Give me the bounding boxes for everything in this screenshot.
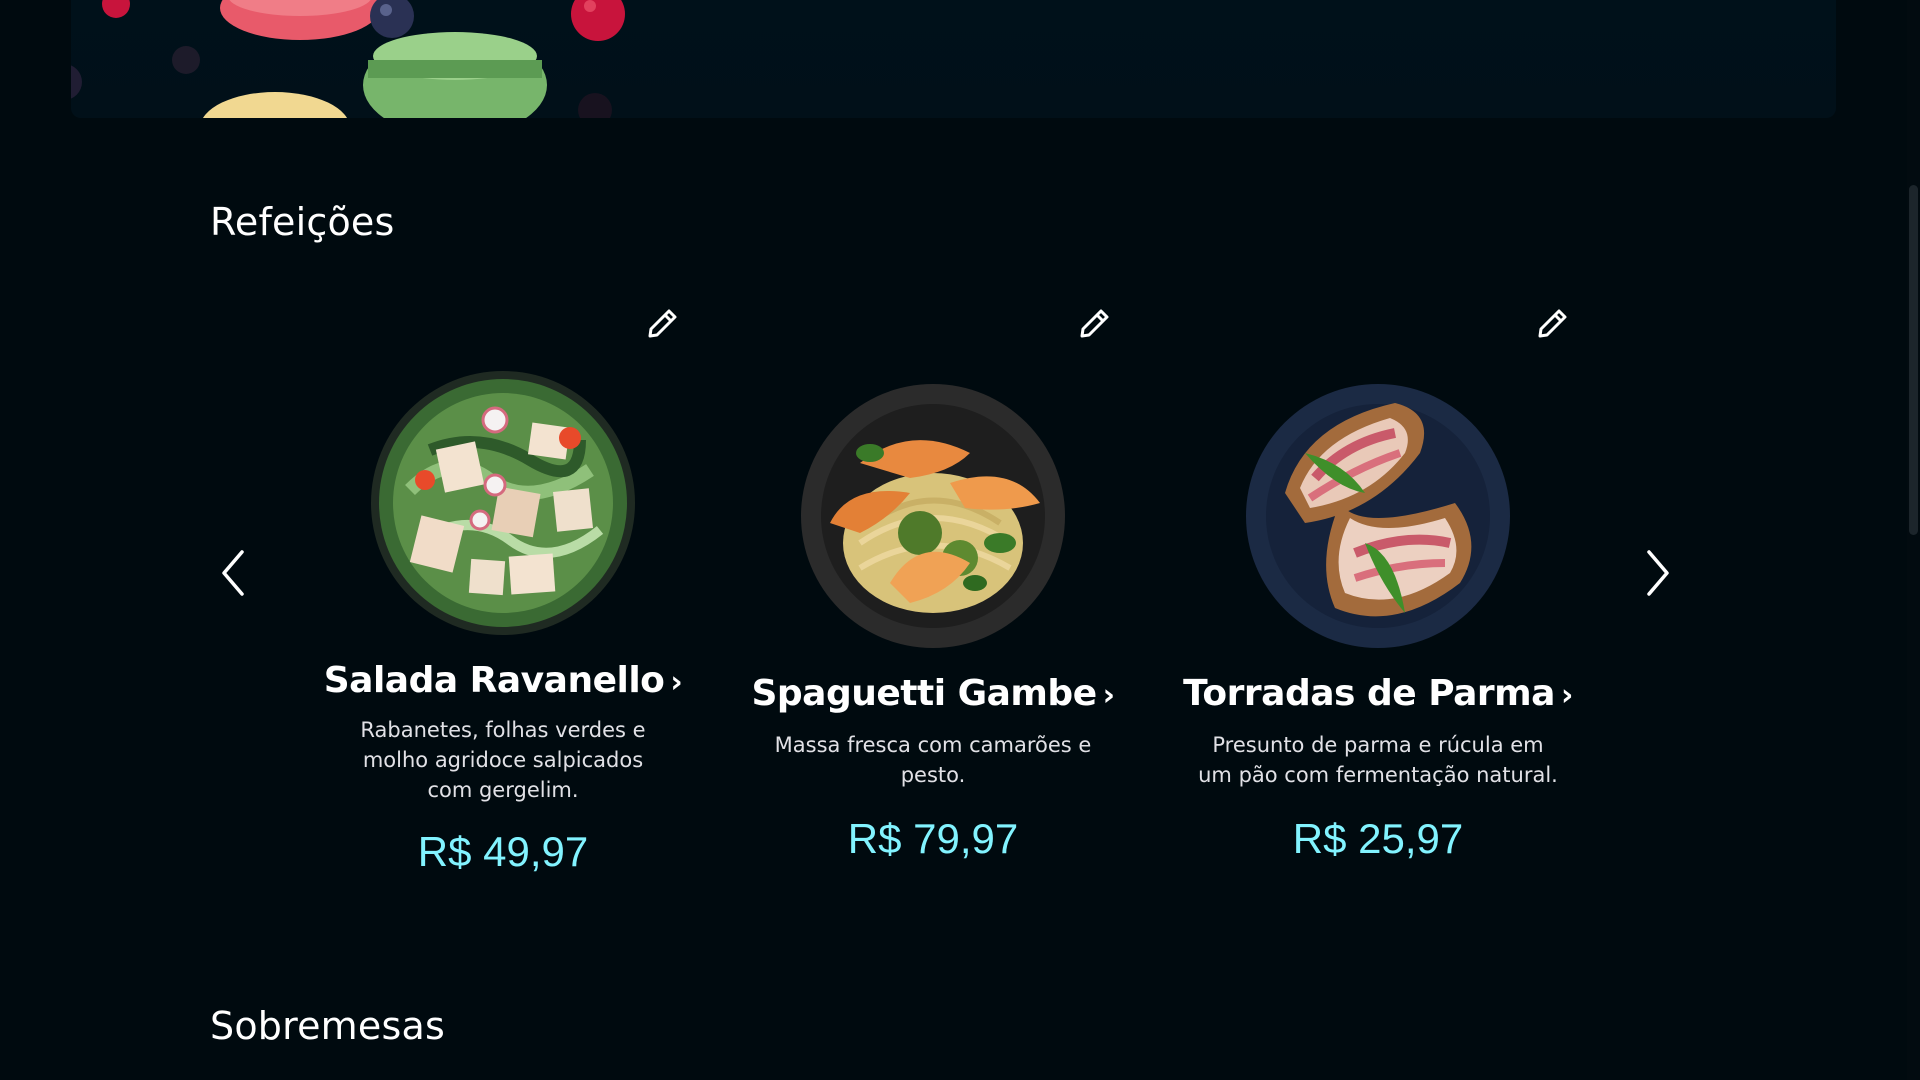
macarons-image: [71, 0, 625, 118]
dish-image-parma-toast: [1246, 384, 1510, 648]
pencil-icon: [1080, 309, 1109, 338]
dish-name-button[interactable]: Spaguetti Gambe ›: [733, 673, 1133, 714]
hero-banner: [71, 0, 1836, 118]
edit-dish-button[interactable]: [1530, 302, 1574, 346]
dish-card[interactable]: Spaguetti Gambe › Massa fresca com camarõ…: [733, 290, 1133, 890]
dish-card[interactable]: Torradas de Parma › Presunto de parma e r…: [1178, 290, 1578, 890]
dish-card[interactable]: Salada Ravanello › Rabanetes, folhas verd…: [303, 290, 703, 890]
dish-description: Presunto de parma e rúcula em um pão com…: [1198, 733, 1558, 787]
pencil-icon: [648, 309, 677, 338]
chevron-right-icon: ›: [1560, 678, 1573, 713]
scrollbar-thumb[interactable]: [1909, 185, 1918, 535]
edit-dish-button[interactable]: [1072, 302, 1116, 346]
chevron-right-icon: ›: [670, 665, 683, 700]
section-title-meals: Refeições: [210, 200, 395, 244]
dish-name-button[interactable]: Salada Ravanello ›: [303, 660, 703, 701]
dish-price: R$ 25,97: [1292, 815, 1464, 862]
chevron-right-icon: ›: [1102, 678, 1115, 713]
dish-description: Massa fresca com camarões e pesto.: [774, 733, 1092, 787]
carousel-next-button[interactable]: [1638, 545, 1678, 601]
dish-name-button[interactable]: Torradas de Parma ›: [1178, 673, 1578, 714]
page: Refeições Salada Ravanello › Rabanetes, …: [0, 0, 1920, 1080]
scrollbar[interactable]: [1907, 0, 1920, 1080]
section-title-desserts: Sobremesas: [210, 1004, 445, 1048]
chevron-right-icon: [1647, 550, 1669, 596]
dish-price: R$ 79,97: [847, 815, 1019, 862]
dish-image-salad: [371, 371, 635, 635]
edit-dish-button[interactable]: [640, 302, 684, 346]
carousel-prev-button[interactable]: [213, 545, 253, 601]
pencil-icon: [1538, 309, 1567, 338]
dish-name-text: Torradas de Parma: [1183, 673, 1555, 714]
dish-name-text: Spaguetti Gambe: [751, 673, 1097, 714]
dish-price: R$ 49,97: [417, 828, 589, 875]
chevron-left-icon: [222, 550, 244, 596]
dish-name-text: Salada Ravanello: [323, 660, 665, 701]
dish-description: Rabanetes, folhas verdes e molho agridoc…: [360, 718, 646, 802]
dish-image-shrimp-pasta: [801, 384, 1065, 648]
